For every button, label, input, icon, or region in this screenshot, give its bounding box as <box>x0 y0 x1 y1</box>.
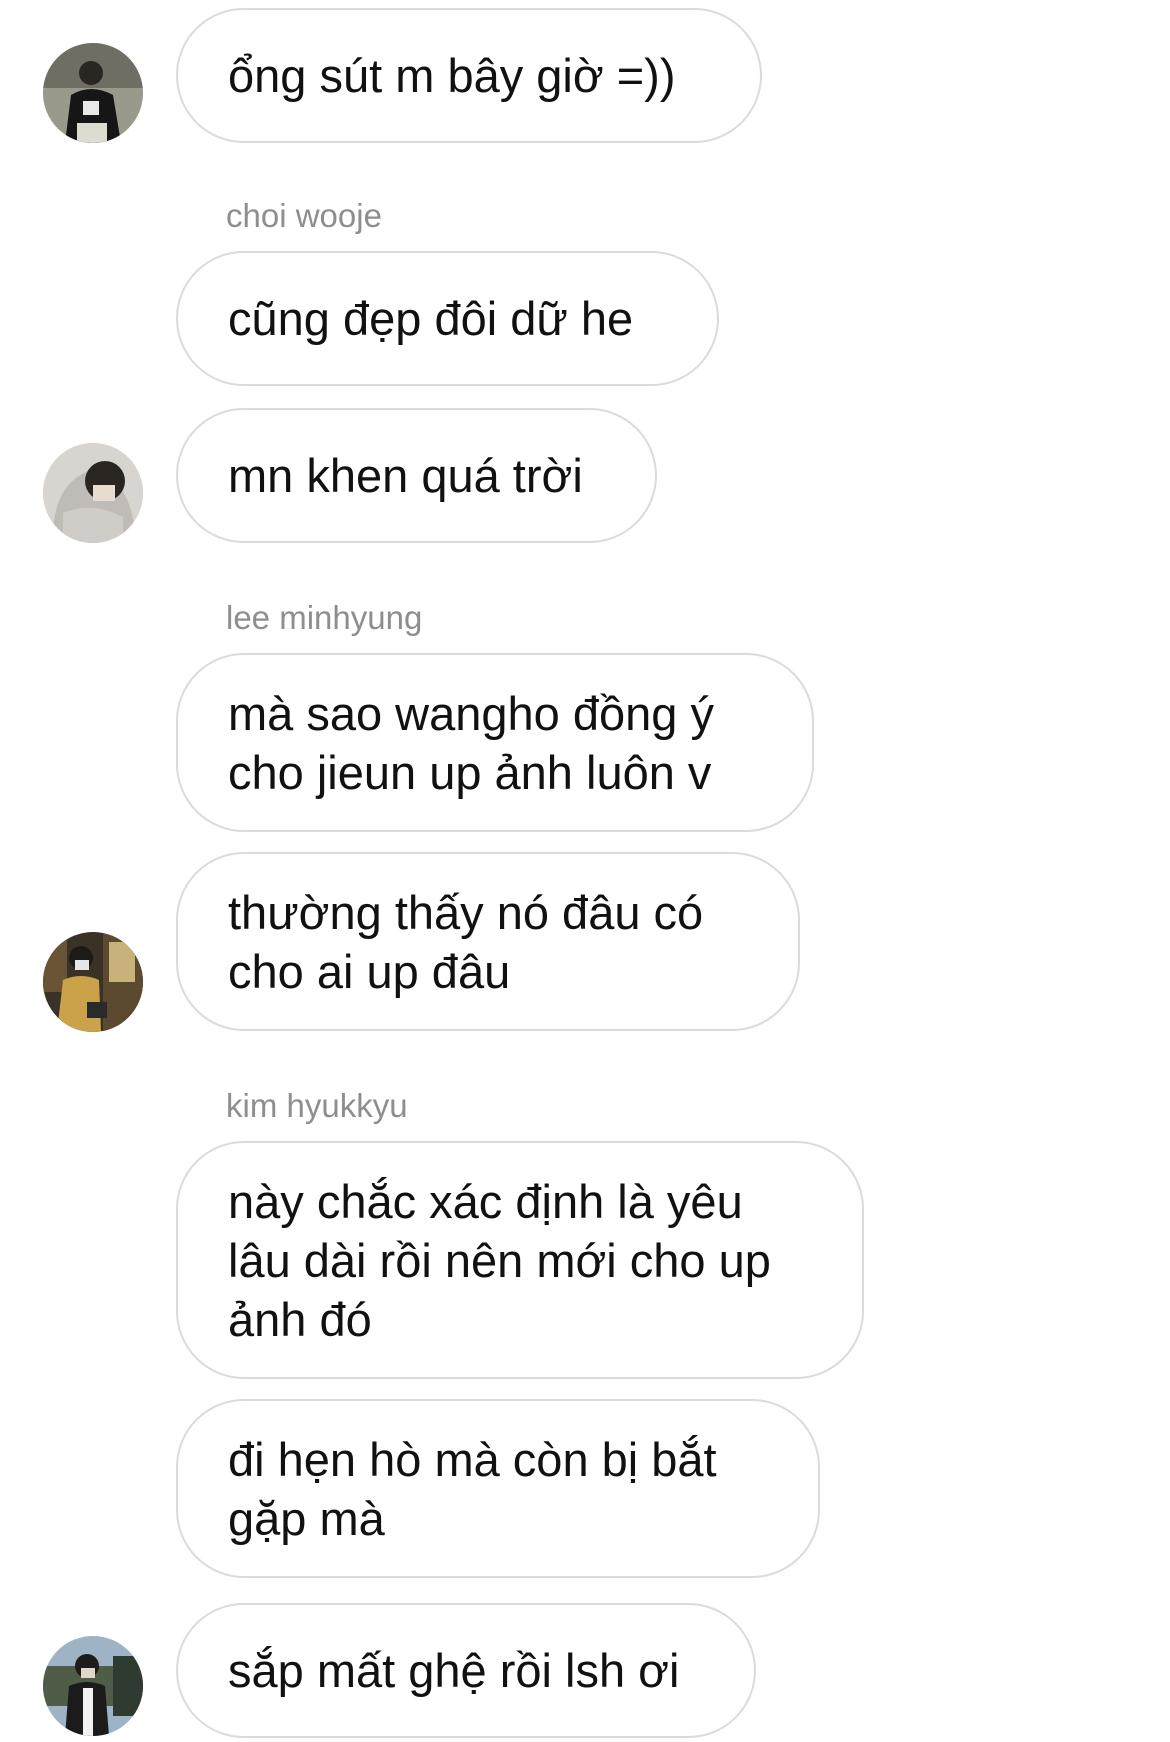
message-text: ổng sút m bây giờ =)) <box>228 49 676 102</box>
message-bubble[interactable]: mà sao wangho đồng ý cho jieun up ảnh lu… <box>176 653 814 832</box>
message-bubble[interactable]: thường thấy nó đâu có cho ai up đâu <box>176 852 800 1031</box>
message-bubble[interactable]: cũng đẹp đôi dữ he <box>176 251 719 386</box>
message-bubble[interactable]: ổng sút m bây giờ =)) <box>176 8 762 143</box>
message-bubble[interactable]: này chắc xác định là yêu lâu dài rồi nên… <box>176 1141 864 1379</box>
sender-name: kim hyukkyu <box>226 1087 408 1124</box>
message-bubble[interactable]: sắp mất ghệ rồi lsh ơi <box>176 1603 756 1738</box>
chat-thread: ổng sút m bây giờ =)) choi wooje cũng đẹ… <box>0 0 1170 1742</box>
user-avatar[interactable] <box>43 443 143 543</box>
message-bubble[interactable]: đi hẹn hò mà còn bị bắt gặp mà <box>176 1399 820 1578</box>
message-text: mà sao wangho đồng ý cho jieun up ảnh lu… <box>228 686 714 799</box>
message-text: mn khen quá trời <box>228 449 583 502</box>
sender-name: lee minhyung <box>226 599 423 636</box>
message-text: này chắc xác định là yêu lâu dài rồi nên… <box>228 1174 771 1346</box>
user-avatar[interactable] <box>43 932 143 1032</box>
message-text: đi hẹn hò mà còn bị bắt gặp mà <box>228 1432 717 1545</box>
message-bubble[interactable]: mn khen quá trời <box>176 408 657 543</box>
user-avatar[interactable] <box>43 43 143 143</box>
message-text: cũng đẹp đôi dữ he <box>228 292 634 345</box>
message-text: thường thấy nó đâu có cho ai up đâu <box>228 885 704 998</box>
sender-name: choi wooje <box>226 197 382 234</box>
user-avatar[interactable] <box>43 1636 143 1736</box>
message-text: sắp mất ghệ rồi lsh ơi <box>228 1644 680 1697</box>
